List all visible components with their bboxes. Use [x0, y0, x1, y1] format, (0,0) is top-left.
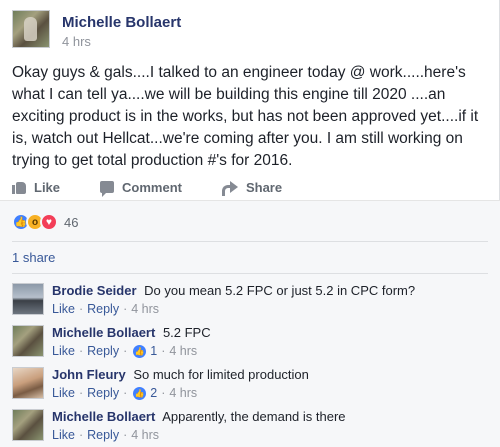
meta-separator: ·	[78, 344, 84, 358]
commenter-avatar[interactable]	[12, 283, 44, 315]
post-body: Okay guys & gals....I talked to an engin…	[12, 64, 479, 169]
reactions-summary[interactable]: 👍 o ♥ 46	[12, 213, 78, 231]
meta-separator: ·	[123, 386, 128, 400]
comment: John Fleury So much for limited producti…	[12, 367, 488, 407]
comment-reply-link[interactable]: Reply	[87, 344, 119, 358]
commenter-name[interactable]: John Fleury	[52, 367, 126, 382]
like-button[interactable]: Like	[12, 176, 60, 198]
meta-separator: ·	[78, 302, 84, 316]
post-header: Michelle Bollaert 4 hrs	[12, 10, 482, 56]
post-actions: Like Comment Share	[12, 176, 482, 198]
comment-like-link[interactable]: Like	[52, 302, 75, 316]
comment-like-link[interactable]: Like	[52, 386, 75, 400]
feedback-area: 👍 o ♥ 46 1 share Brodie Seider Do you me…	[0, 200, 500, 447]
meta-separator: ·	[123, 344, 128, 358]
commenter-avatar[interactable]	[12, 367, 44, 399]
comment-meta: Like · Reply · 4 hrs	[52, 302, 159, 316]
comment-time[interactable]: 4 hrs	[169, 386, 197, 400]
comment-time[interactable]: 4 hrs	[131, 428, 159, 442]
share-button[interactable]: Share	[221, 176, 283, 198]
comment-text-block: Brodie Seider Do you mean 5.2 FPC or jus…	[52, 283, 482, 299]
comment-meta: Like · Reply · 👍 1 · 4 hrs	[52, 344, 197, 358]
divider	[12, 241, 488, 242]
comment: Brodie Seider Do you mean 5.2 FPC or jus…	[12, 283, 488, 323]
meta-separator: ·	[161, 344, 166, 358]
meta-separator: ·	[161, 386, 166, 400]
comment-time[interactable]: 4 hrs	[169, 344, 197, 358]
comment-text: Apparently, the demand is there	[162, 409, 346, 424]
comment-text: Do you mean 5.2 FPC or just 5.2 in CPC f…	[144, 283, 416, 298]
thumbs-up-icon	[12, 180, 26, 194]
meta-separator: ·	[78, 386, 84, 400]
meta-separator: ·	[78, 428, 84, 442]
comment-meta: Like · Reply · 4 hrs	[52, 428, 159, 442]
comment-bubble-icon	[100, 181, 115, 197]
facebook-post: Michelle Bollaert 4 hrs Okay guys & gals…	[0, 0, 500, 447]
post-time-text: 4 hrs	[62, 34, 91, 49]
comment-text-block: John Fleury So much for limited producti…	[52, 367, 482, 383]
comment-meta: Like · Reply · 👍 2 · 4 hrs	[52, 386, 197, 400]
comment-like-link[interactable]: Like	[52, 344, 75, 358]
love-reaction-icon: ♥	[40, 213, 58, 231]
comment-text: 5.2 FPC	[162, 325, 211, 340]
commenter-avatar[interactable]	[12, 325, 44, 357]
meta-separator: ·	[123, 302, 128, 316]
comment-like-icon: 👍	[133, 386, 147, 400]
shares-link[interactable]: 1 share	[12, 250, 55, 265]
comment-time[interactable]: 4 hrs	[131, 302, 159, 316]
comment-reply-link[interactable]: Reply	[87, 428, 119, 442]
reaction-count: 46	[64, 214, 79, 230]
comment-text-block: Michelle Bollaert Apparently, the demand…	[52, 409, 482, 425]
comment-label: Comment	[122, 179, 182, 195]
share-label: Share	[245, 179, 283, 195]
commenter-name[interactable]: Brodie Seider	[52, 283, 137, 298]
commenter-name[interactable]: Michelle Bollaert	[52, 325, 155, 340]
share-arrow-icon	[221, 181, 238, 196]
comment-reply-link[interactable]: Reply	[87, 302, 119, 316]
meta-separator: ·	[123, 428, 128, 442]
like-label: Like	[34, 179, 61, 195]
comment-like-count[interactable]: 1	[150, 344, 157, 358]
comment: Michelle Bollaert 5.2 FPC Like · Reply ·…	[12, 325, 488, 365]
author-name[interactable]: Michelle Bollaert	[62, 14, 181, 31]
comment-text-block: Michelle Bollaert 5.2 FPC	[52, 325, 482, 341]
comment-like-count[interactable]: 2	[150, 386, 157, 400]
comment-reply-link[interactable]: Reply	[87, 386, 119, 400]
commenter-avatar[interactable]	[12, 409, 44, 441]
comment-like-link[interactable]: Like	[52, 428, 75, 442]
comment: Michelle Bollaert Apparently, the demand…	[12, 409, 488, 447]
comment-button[interactable]: Comment	[100, 176, 182, 198]
comment-text: So much for limited production	[133, 367, 309, 382]
author-avatar[interactable]	[12, 10, 50, 48]
divider	[12, 273, 488, 274]
comment-like-icon: 👍	[133, 344, 147, 358]
commenter-name[interactable]: Michelle Bollaert	[52, 409, 155, 424]
post-timestamp[interactable]: 4 hrs	[62, 34, 91, 49]
